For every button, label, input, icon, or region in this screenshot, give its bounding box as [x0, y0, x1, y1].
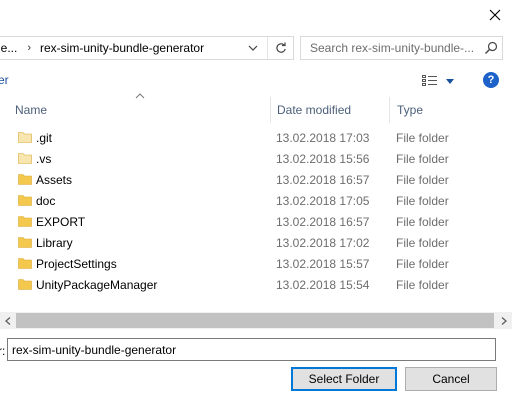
file-date-modified: 13.02.2018 15:54 — [276, 278, 370, 292]
refresh-button[interactable] — [267, 37, 293, 59]
file-type: File folder — [396, 152, 449, 166]
address-bar[interactable]: je... › rex-sim-unity-bundle-generator — [0, 36, 294, 60]
breadcrumb-current[interactable]: rex-sim-unity-bundle-generator — [40, 41, 204, 55]
file-type: File folder — [396, 278, 449, 292]
file-list-item[interactable]: .git 13.02.2018 17:03 File folder — [0, 128, 512, 149]
file-list-item[interactable]: Assets 13.02.2018 16:57 File folder — [0, 170, 512, 191]
folder-label: r: — [0, 344, 6, 358]
folder-icon — [18, 215, 32, 230]
folder-icon — [18, 236, 32, 251]
file-date-modified: 13.02.2018 17:02 — [276, 236, 370, 250]
help-button[interactable]: ? — [483, 72, 499, 88]
chevron-right-icon — [501, 316, 507, 325]
file-type: File folder — [396, 173, 449, 187]
folder-icon — [18, 131, 32, 146]
file-name: Library — [36, 236, 73, 250]
folder-icon — [18, 257, 32, 272]
column-name[interactable]: Name — [15, 97, 269, 123]
toolbar-new-folder-button[interactable]: er — [0, 73, 9, 87]
scroll-left-button[interactable] — [0, 312, 16, 329]
select-folder-button[interactable]: Select Folder — [291, 367, 397, 391]
file-date-modified: 13.02.2018 15:56 — [276, 152, 370, 166]
file-list-item[interactable]: .vs 13.02.2018 15:56 File folder — [0, 149, 512, 170]
file-date-modified: 13.02.2018 16:57 — [276, 173, 370, 187]
search-input[interactable] — [310, 41, 480, 55]
file-date-modified: 13.02.2018 15:57 — [276, 257, 370, 271]
close-icon — [489, 9, 501, 21]
file-list-item[interactable]: UnityPackageManager 13.02.2018 15:54 File … — [0, 275, 512, 296]
file-list-item[interactable]: ProjectSettings 13.02.2018 15:57 File fold… — [0, 254, 512, 275]
file-name: EXPORT — [36, 215, 86, 229]
folder-icon — [18, 173, 32, 188]
horizontal-scrollbar[interactable] — [0, 312, 512, 329]
folder-icon — [18, 194, 32, 209]
chevron-down-icon — [248, 45, 258, 51]
details-view-icon — [422, 75, 437, 86]
scrollbar-thumb[interactable] — [16, 313, 494, 328]
chevron-left-icon — [5, 316, 11, 325]
file-list-item[interactable]: doc 13.02.2018 17:05 File folder — [0, 191, 512, 212]
file-name: Assets — [36, 173, 73, 187]
column-type[interactable]: Type — [389, 97, 512, 123]
file-name: ProjectSettings — [36, 257, 117, 271]
search-box[interactable] — [300, 36, 503, 60]
file-name: doc — [36, 194, 56, 208]
file-date-modified: 13.02.2018 17:03 — [276, 131, 370, 145]
close-button[interactable] — [478, 0, 512, 30]
file-date-modified: 13.02.2018 16:57 — [276, 215, 370, 229]
folder-input[interactable] — [7, 338, 496, 361]
file-type: File folder — [396, 131, 449, 145]
file-name: .git — [36, 131, 53, 145]
file-list-item[interactable]: Library 13.02.2018 17:02 File folder — [0, 233, 512, 254]
cancel-button[interactable]: Cancel — [405, 367, 497, 391]
search-icon[interactable] — [484, 41, 498, 58]
file-type: File folder — [396, 215, 449, 229]
breadcrumb-separator-icon[interactable]: › — [27, 42, 31, 54]
caret-down-icon — [446, 78, 454, 84]
title-bar — [0, 0, 512, 32]
breadcrumb-parent[interactable]: je... — [0, 41, 17, 55]
file-list-item[interactable]: EXPORT 13.02.2018 16:57 File folder — [0, 212, 512, 233]
scroll-right-button[interactable] — [496, 312, 512, 329]
file-type: File folder — [396, 257, 449, 271]
folder-icon — [18, 152, 32, 167]
column-header: Name Date modified Type — [0, 93, 512, 123]
file-name: UnityPackageManager — [36, 278, 158, 292]
folder-icon — [18, 278, 32, 293]
address-dropdown-button[interactable] — [243, 37, 263, 59]
column-date-modified[interactable]: Date modified — [270, 97, 388, 123]
change-view-button[interactable] — [418, 70, 458, 92]
file-type: File folder — [396, 194, 449, 208]
file-date-modified: 13.02.2018 17:05 — [276, 194, 370, 208]
refresh-icon — [275, 42, 286, 53]
file-name: .vs — [36, 152, 52, 166]
file-type: File folder — [396, 236, 449, 250]
